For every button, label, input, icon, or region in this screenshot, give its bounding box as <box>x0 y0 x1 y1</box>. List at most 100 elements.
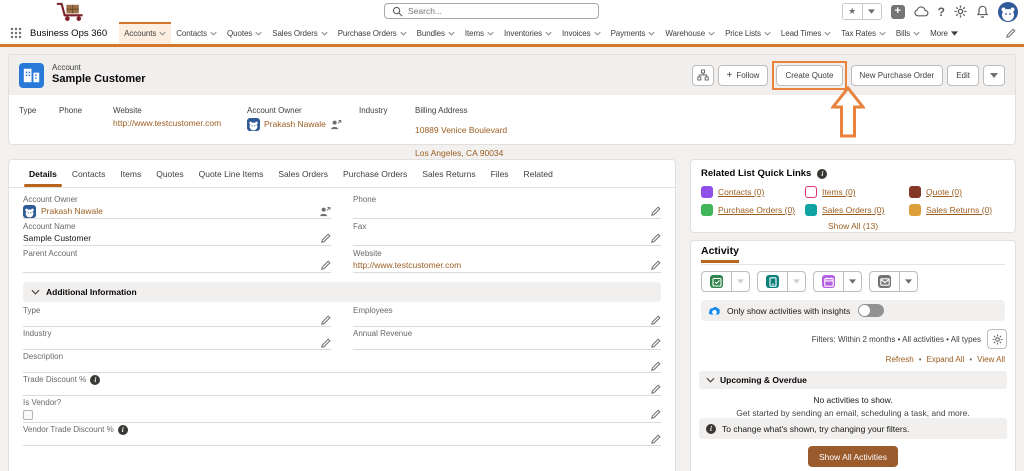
section-upcoming-overdue[interactable]: Upcoming & Overdue <box>699 371 1007 389</box>
nav-item-sales-orders[interactable]: Sales Orders <box>267 22 332 44</box>
nav-item-tax-rates[interactable]: Tax Rates <box>836 22 891 44</box>
quicklink-quote[interactable]: Quote (0) <box>909 186 1005 198</box>
search-input[interactable] <box>408 6 591 16</box>
refresh-link[interactable]: Refresh <box>886 355 914 364</box>
insights-toggle[interactable] <box>858 304 884 317</box>
chevron-down-icon <box>764 31 771 36</box>
nav-item-inventories[interactable]: Inventories <box>499 22 557 44</box>
global-actions-button[interactable]: + <box>891 5 905 19</box>
favorites-caret-button[interactable] <box>862 4 881 19</box>
billing-address-line: 10889 Venice Boulevard <box>415 125 507 135</box>
edit-pencil-icon[interactable] <box>320 338 331 349</box>
edit-pencil-icon[interactable] <box>650 206 661 217</box>
edit-pencil-icon[interactable] <box>650 260 661 271</box>
related-links-title: Related List Quick Links i <box>701 168 1005 179</box>
nav-item-bundles[interactable]: Bundles <box>412 22 460 44</box>
edit-pencil-icon[interactable] <box>320 233 331 244</box>
tab-contacts[interactable]: Contacts <box>72 160 106 187</box>
new-event-caret-button[interactable] <box>844 271 862 292</box>
favorites-star-button[interactable]: ★ <box>843 4 862 19</box>
quicklink-contacts[interactable]: Contacts (0) <box>701 186 805 198</box>
tab-activity[interactable]: Activity <box>701 245 739 263</box>
tab-items[interactable]: Items <box>120 160 141 187</box>
show-all-link[interactable]: Show All (13) <box>828 221 878 231</box>
utility-icon-bar: ★ + ? <box>842 2 1018 21</box>
new-task-caret-button[interactable] <box>732 271 750 292</box>
is-vendor-checkbox[interactable] <box>23 410 33 420</box>
edit-pencil-icon[interactable] <box>650 315 661 326</box>
edit-pencil-icon[interactable] <box>650 434 661 445</box>
global-search[interactable] <box>384 3 599 19</box>
edit-pencil-icon[interactable] <box>650 409 661 420</box>
filters-settings-button[interactable] <box>987 329 1007 349</box>
quicklink-sales-orders[interactable]: Sales Orders (0) <box>805 204 909 216</box>
nav-item-quotes[interactable]: Quotes <box>222 22 267 44</box>
website-link[interactable]: http://www.testcustomer.com <box>113 118 221 130</box>
filters-summary: Filters: Within 2 months • All activitie… <box>812 335 981 344</box>
info-icon[interactable]: i <box>817 169 827 179</box>
log-a-call-button[interactable] <box>757 271 788 292</box>
nav-personalization-pencil-icon[interactable] <box>1005 28 1016 39</box>
nav-item-items[interactable]: Items <box>460 22 499 44</box>
new-event-button[interactable] <box>813 271 844 292</box>
edit-pencil-icon[interactable] <box>320 260 331 271</box>
chevron-down-icon <box>706 377 715 383</box>
setup-gear-icon[interactable] <box>954 5 967 18</box>
tab-quotes[interactable]: Quotes <box>156 160 183 187</box>
tab-purchase-orders[interactable]: Purchase Orders <box>343 160 407 187</box>
website-link[interactable]: http://www.testcustomer.com <box>353 260 461 270</box>
info-icon[interactable]: i <box>90 375 100 385</box>
new-purchase-order-button[interactable]: New Purchase Order <box>851 65 944 86</box>
edit-pencil-icon[interactable] <box>650 233 661 244</box>
edit-pencil-icon[interactable] <box>650 384 661 395</box>
edit-pencil-icon[interactable] <box>320 315 331 326</box>
view-all-link[interactable]: View All <box>977 355 1005 364</box>
log-a-call-caret-button[interactable] <box>788 271 806 292</box>
tab-files[interactable]: Files <box>491 160 509 187</box>
tab-quote-line-items[interactable]: Quote Line Items <box>199 160 264 187</box>
tab-related[interactable]: Related <box>524 160 553 187</box>
quicklink-purchase-orders[interactable]: Purchase Orders (0) <box>701 204 805 216</box>
tab-sales-returns[interactable]: Sales Returns <box>422 160 475 187</box>
change-owner-icon[interactable] <box>319 206 331 217</box>
nav-item-price-lists[interactable]: Price Lists <box>720 22 776 44</box>
section-additional-information[interactable]: Additional Information <box>23 282 661 302</box>
field-vendor-trade-discount: Vendor Trade Discount %i <box>23 425 661 446</box>
expand-all-link[interactable]: Expand All <box>927 355 965 364</box>
field-parent-account: Parent Account <box>23 248 331 273</box>
nav-item-accounts[interactable]: Accounts <box>119 22 171 44</box>
help-icon[interactable]: ? <box>938 5 945 19</box>
user-avatar[interactable] <box>998 2 1018 22</box>
edit-pencil-icon[interactable] <box>650 361 661 372</box>
email-button[interactable] <box>869 271 900 292</box>
nav-item-purchase-orders[interactable]: Purchase Orders <box>333 22 412 44</box>
guidance-cloud-icon[interactable] <box>914 6 929 17</box>
nav-item-warehouse[interactable]: Warehouse <box>660 22 720 44</box>
edit-pencil-icon[interactable] <box>650 338 661 349</box>
tab-details[interactable]: Details <box>29 160 57 187</box>
nav-item-contacts[interactable]: Contacts <box>171 22 222 44</box>
more-actions-caret-button[interactable] <box>983 65 1005 86</box>
follow-button[interactable]: +Follow <box>718 65 769 86</box>
org-chart-button[interactable] <box>692 65 714 86</box>
quicklink-items[interactable]: Items (0) <box>805 186 909 198</box>
chevron-down-icon <box>824 31 831 36</box>
notifications-bell-icon[interactable] <box>976 5 989 18</box>
new-task-button[interactable] <box>701 271 732 292</box>
account-owner-link[interactable]: Prakash Nawale <box>41 206 103 216</box>
create-quote-button[interactable]: Create Quote <box>776 65 842 86</box>
nav-item-bills[interactable]: Bills <box>891 22 925 44</box>
tab-sales-orders[interactable]: Sales Orders <box>278 160 328 187</box>
nav-item-more[interactable]: More <box>925 22 963 44</box>
account-owner-link[interactable]: Prakash Nawale <box>264 119 326 131</box>
email-caret-button[interactable] <box>900 271 918 292</box>
edit-button[interactable]: Edit <box>947 65 979 86</box>
quicklink-sales-returns[interactable]: Sales Returns (0) <box>909 204 1005 216</box>
info-icon[interactable]: i <box>118 425 128 435</box>
change-owner-icon[interactable] <box>330 119 342 130</box>
nav-item-payments[interactable]: Payments <box>606 22 661 44</box>
show-all-activities-button[interactable]: Show All Activities <box>808 446 898 467</box>
app-launcher-icon[interactable] <box>10 27 22 39</box>
nav-item-invoices[interactable]: Invoices <box>557 22 606 44</box>
nav-item-lead-times[interactable]: Lead Times <box>776 22 836 44</box>
